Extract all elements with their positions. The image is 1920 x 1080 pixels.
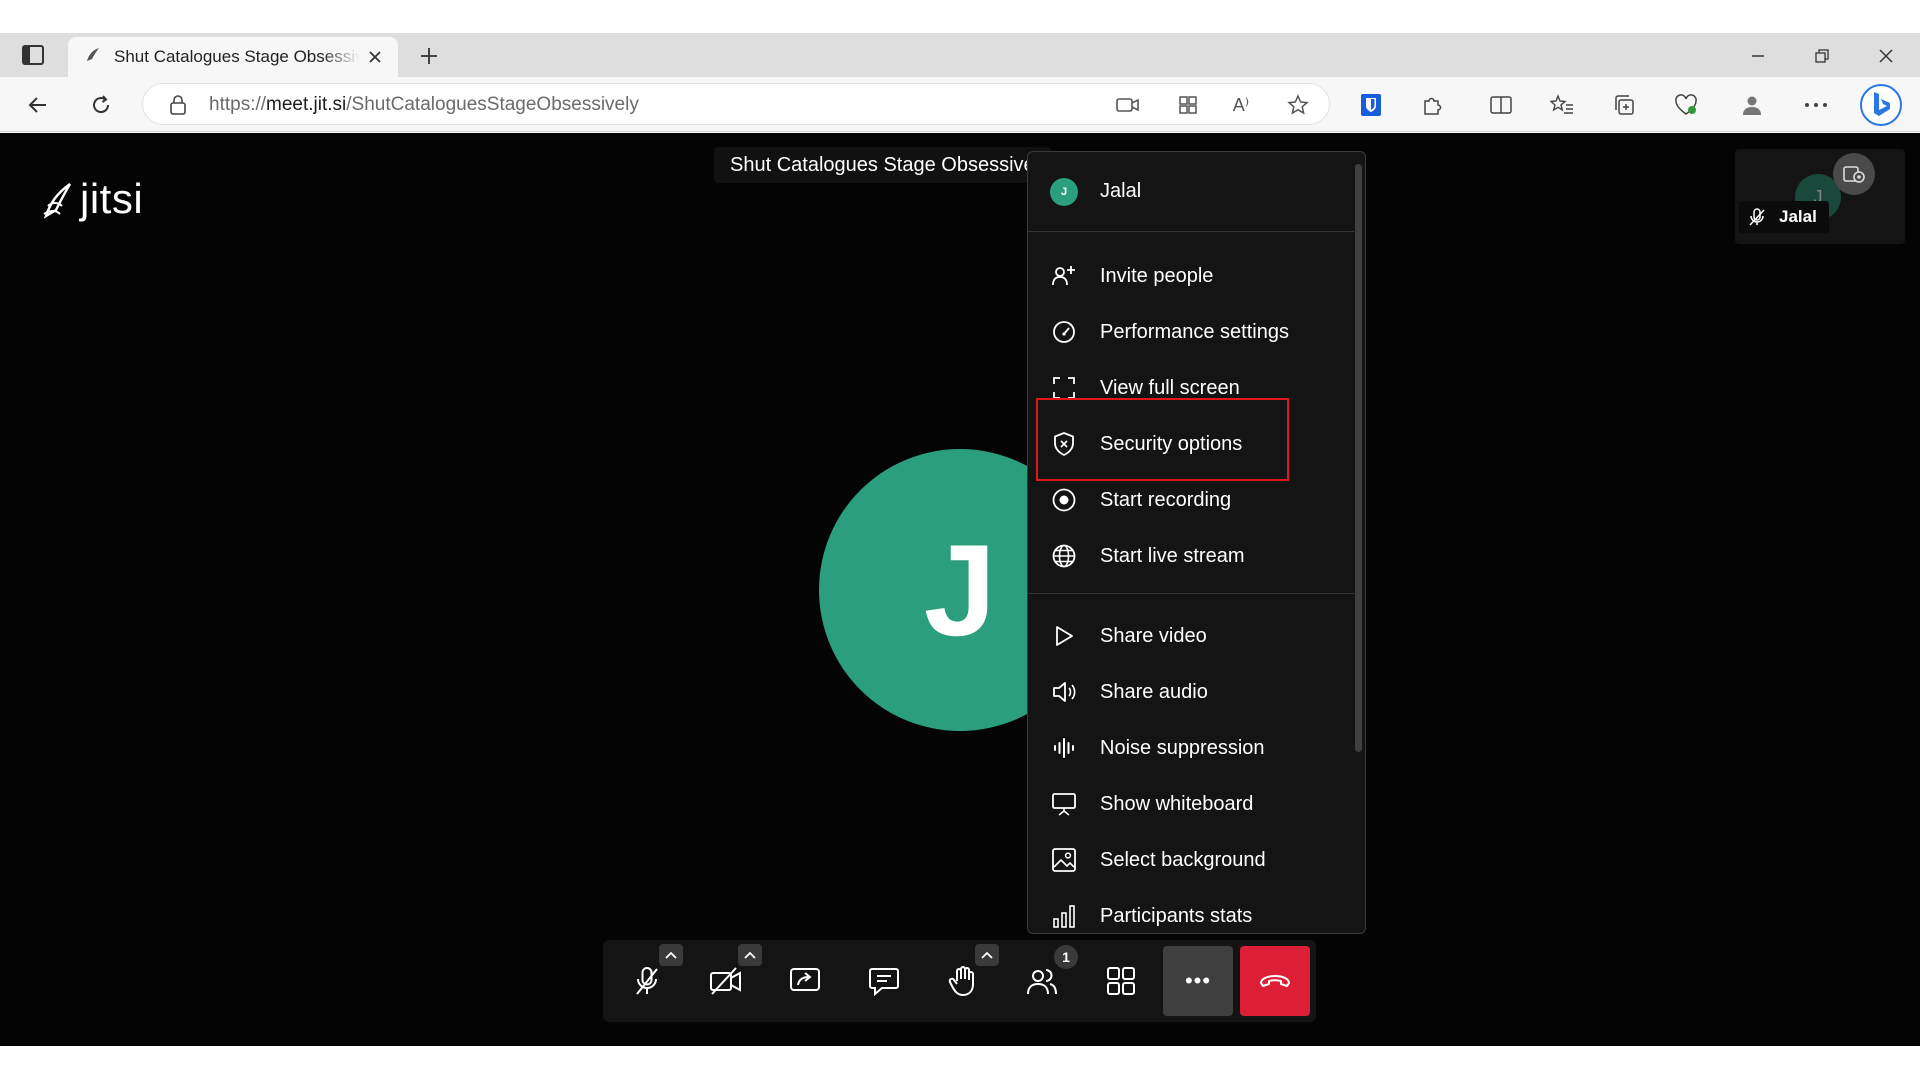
- url-prefix: https://: [209, 94, 267, 115]
- bing-copilot-icon[interactable]: [1858, 82, 1904, 128]
- split-screen-icon[interactable]: [1485, 89, 1517, 121]
- thumbnail-name-label: Jalal: [1739, 201, 1829, 233]
- close-tab-icon[interactable]: [364, 46, 386, 68]
- menu-item-share-audio[interactable]: Share audio: [1028, 664, 1358, 720]
- whiteboard-icon: [1050, 790, 1078, 818]
- invite-people-icon: [1050, 262, 1078, 290]
- menu-item-label: Invite people: [1100, 264, 1214, 287]
- menu-separator: [1028, 593, 1358, 594]
- screen-top-margin: [0, 0, 1920, 33]
- menu-item-show-whiteboard[interactable]: Show whiteboard: [1028, 776, 1358, 832]
- menu-item-share-video[interactable]: Share video: [1028, 608, 1358, 664]
- thumbnail-name: Jalal: [1779, 207, 1817, 226]
- extensions-puzzle-icon[interactable]: [1416, 89, 1448, 121]
- audio-options-chevron-up-icon[interactable]: [659, 944, 683, 966]
- logo-text: jitsi: [80, 175, 144, 222]
- image-icon: [1050, 846, 1078, 874]
- jitsi-favicon-icon: [84, 46, 102, 69]
- menu-item-label: Performance settings: [1100, 320, 1289, 343]
- gauge-icon: [1050, 318, 1078, 346]
- menu-item-label: Share video: [1100, 624, 1207, 647]
- raise-hand-icon: [948, 966, 974, 996]
- menu-item-label: Start recording: [1100, 488, 1232, 511]
- menu-item-label: Show whiteboard: [1100, 792, 1254, 815]
- minimize-icon[interactable]: [1738, 41, 1778, 71]
- share-screen-button[interactable]: [770, 946, 840, 1016]
- menu-item-select-background[interactable]: Select background: [1028, 832, 1358, 888]
- tile-view-icon: [1107, 967, 1135, 995]
- meeting-title: Shut Catalogues Stage Obsessive: [714, 147, 1051, 183]
- close-window-icon[interactable]: [1866, 41, 1906, 71]
- app-available-icon[interactable]: [1173, 90, 1203, 120]
- meeting-stage: jitsi Shut Catalogues Stage Obsessive J …: [0, 133, 1920, 1046]
- bar-chart-icon: [1050, 902, 1078, 930]
- read-aloud-icon[interactable]: A⁾: [1226, 90, 1256, 120]
- tab-title: Shut Catalogues Stage Obsessively: [114, 47, 359, 66]
- browser-tab-strip: Shut Catalogues Stage Obsessively: [0, 33, 1920, 77]
- menu-item-label: Share audio: [1100, 680, 1208, 703]
- menu-user-header[interactable]: J Jalal: [1028, 152, 1358, 232]
- chat-button[interactable]: [849, 946, 919, 1016]
- camera-permission-icon[interactable]: [1113, 90, 1143, 120]
- back-icon[interactable]: [22, 89, 54, 121]
- tile-view-button[interactable]: [1086, 946, 1156, 1016]
- more-actions-menu: J Jalal Invite people Performance settin…: [1027, 151, 1366, 934]
- menu-item-label: Participants stats: [1100, 904, 1253, 927]
- noise-suppression-icon: [1050, 734, 1078, 762]
- collections-icon[interactable]: [1608, 89, 1640, 121]
- record-icon: [1050, 486, 1078, 514]
- speaker-icon: [1050, 678, 1078, 706]
- browser-tab-active[interactable]: Shut Catalogues Stage Obsessively: [68, 37, 398, 77]
- menu-item-participants-stats[interactable]: Participants stats: [1028, 888, 1358, 933]
- lock-icon[interactable]: [163, 90, 193, 120]
- screen-bottom-margin: [0, 1046, 1920, 1080]
- favorites-icon[interactable]: [1546, 89, 1578, 121]
- more-actions-button[interactable]: •••: [1163, 946, 1233, 1016]
- reactions-chevron-up-icon[interactable]: [975, 944, 999, 966]
- muted-mic-icon: [1749, 208, 1765, 226]
- hang-up-icon: [1260, 975, 1290, 987]
- menu-item-label: Start live stream: [1100, 544, 1245, 567]
- url-host: meet.jit.si: [266, 94, 347, 115]
- browser-essentials-icon[interactable]: [1670, 89, 1702, 121]
- menu-user-avatar: J: [1050, 177, 1078, 206]
- new-tab-icon[interactable]: [414, 41, 444, 71]
- menu-item-label: Select background: [1100, 848, 1266, 871]
- browser-toolbar: https://meet.jit.si/ShutCataloguesStageO…: [0, 77, 1920, 132]
- muted-mic-icon: [636, 966, 658, 995]
- video-options-chevron-up-icon[interactable]: [738, 944, 762, 966]
- camera-off-icon: [710, 967, 741, 995]
- refresh-icon[interactable]: [85, 89, 117, 121]
- participants-count-badge: 1: [1054, 945, 1078, 969]
- share-screen-icon: [790, 968, 820, 991]
- url-path: /ShutCataloguesStageObsessively: [346, 94, 639, 115]
- leave-meeting-button[interactable]: [1240, 946, 1310, 1016]
- menu-item-performance-settings[interactable]: Performance settings: [1028, 304, 1358, 360]
- menu-item-label: Noise suppression: [1100, 736, 1265, 759]
- participants-icon: [1027, 969, 1057, 995]
- menu-user-name: Jalal: [1100, 180, 1142, 202]
- favorite-star-icon[interactable]: [1283, 90, 1313, 120]
- menu-item-noise-suppression[interactable]: Noise suppression: [1028, 720, 1358, 776]
- restore-icon[interactable]: [1802, 41, 1842, 71]
- play-icon: [1050, 622, 1078, 650]
- video-settings-icon[interactable]: [1833, 153, 1875, 195]
- chat-icon: [869, 968, 899, 996]
- meeting-toolbar: 1 •••: [603, 940, 1316, 1022]
- jitsi-logo[interactable]: jitsi: [42, 175, 143, 223]
- profile-icon[interactable]: [1736, 89, 1768, 121]
- highlight-box: [1036, 398, 1289, 481]
- more-options-icon[interactable]: [1800, 89, 1832, 121]
- menu-item-invite-people[interactable]: Invite people: [1028, 248, 1358, 304]
- address-bar[interactable]: https://meet.jit.si/ShutCataloguesStageO…: [142, 83, 1330, 125]
- menu-item-start-live-stream[interactable]: Start live stream: [1028, 528, 1358, 584]
- tab-actions-icon[interactable]: [18, 43, 48, 67]
- url-text[interactable]: https://meet.jit.si/ShutCataloguesStageO…: [209, 94, 639, 116]
- globe-icon: [1050, 542, 1078, 570]
- menu-item-label: View full screen: [1100, 376, 1240, 399]
- bitwarden-extension-icon[interactable]: [1355, 89, 1387, 121]
- participant-thumbnail[interactable]: J Jalal: [1735, 149, 1905, 244]
